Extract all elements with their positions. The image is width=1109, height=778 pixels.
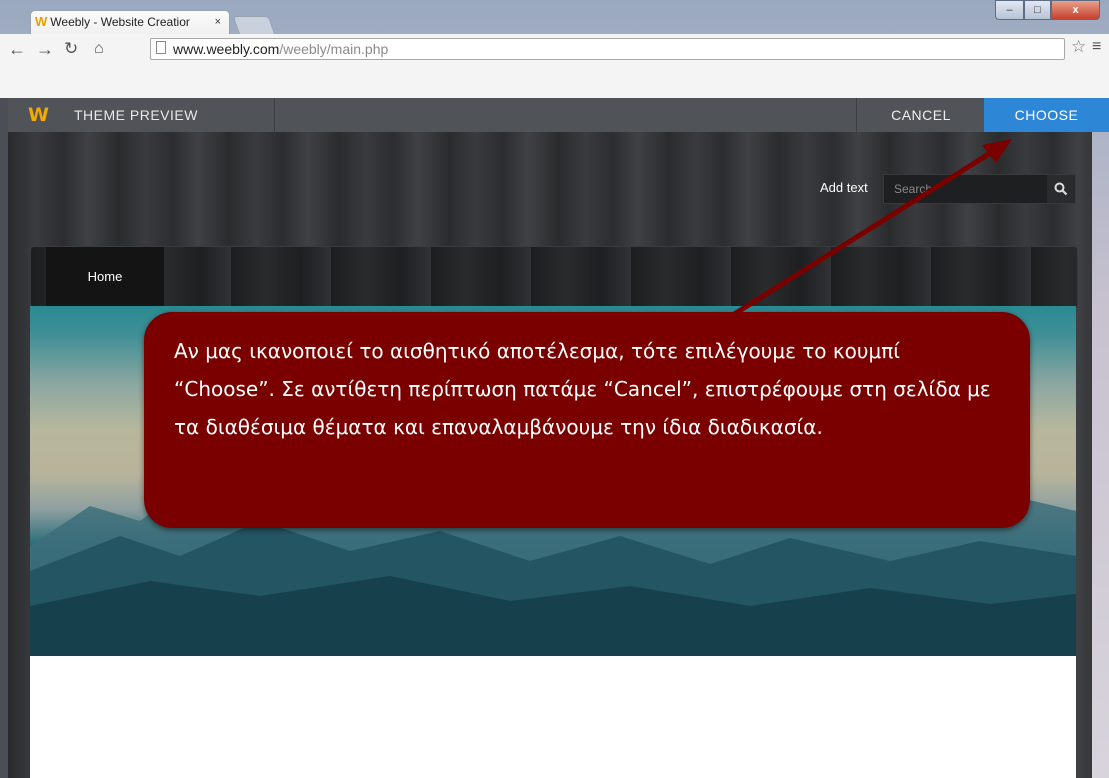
search-button[interactable]: [1047, 175, 1075, 203]
menu-icon[interactable]: ≡: [1092, 38, 1101, 56]
browser-toolbar: ← → ↻ ⌂ www.weebly.com/weebly/main.php ☆…: [0, 34, 1109, 65]
forward-arrow-icon[interactable]: →: [36, 38, 54, 60]
reload-icon[interactable]: ↻: [64, 38, 78, 60]
home-icon[interactable]: ⌂: [94, 38, 104, 60]
new-tab-button[interactable]: [232, 16, 276, 35]
cancel-button[interactable]: CANCEL: [856, 98, 985, 132]
tab-title: Weebly - Website Creatior: [50, 15, 190, 29]
content-area: [30, 656, 1076, 778]
weebly-favicon-icon: W: [35, 14, 48, 29]
url-path: /weebly/main.php: [279, 41, 389, 57]
theme-preview-bar: W THEME PREVIEW CANCEL CHOOSE: [0, 98, 1109, 132]
theme-preview-title: THEME PREVIEW: [74, 107, 198, 123]
browser-tab[interactable]: W Weebly - Website Creatior ×: [30, 10, 230, 34]
weebly-logo: W: [28, 104, 49, 126]
browser-shell: [0, 64, 1109, 98]
tab-close-icon[interactable]: ×: [215, 11, 221, 33]
url-host: www.weebly.com: [173, 41, 280, 57]
callout-text: Αν μας ικανοποιεί το αισθητικό αποτέλεσμ…: [174, 339, 991, 439]
back-arrow-icon[interactable]: ←: [8, 38, 26, 60]
page-icon: [156, 41, 166, 54]
choose-button[interactable]: CHOOSE: [984, 98, 1109, 132]
bookmark-star-icon[interactable]: ☆: [1071, 37, 1086, 57]
bar-divider: [274, 98, 275, 132]
window-frame-left: [0, 132, 8, 778]
site-navigation: Home: [30, 246, 1078, 308]
search-input[interactable]: Search: [894, 175, 932, 203]
instruction-callout: Αν μας ικανοποιεί το αισθητικό αποτέλεσμ…: [144, 312, 1030, 528]
window-maximize-button[interactable]: □: [1024, 0, 1051, 20]
nav-item-home[interactable]: Home: [46, 247, 164, 307]
add-text-link[interactable]: Add text: [820, 180, 868, 195]
window-close-button[interactable]: x: [1051, 0, 1100, 20]
address-bar[interactable]: www.weebly.com/weebly/main.php: [150, 38, 1065, 60]
site-search-box[interactable]: Search: [883, 174, 1076, 204]
window-minimize-button[interactable]: –: [995, 0, 1024, 20]
search-icon: [1054, 182, 1068, 196]
browser-titlebar: W Weebly - Website Creatior × – □ x: [0, 0, 1109, 35]
